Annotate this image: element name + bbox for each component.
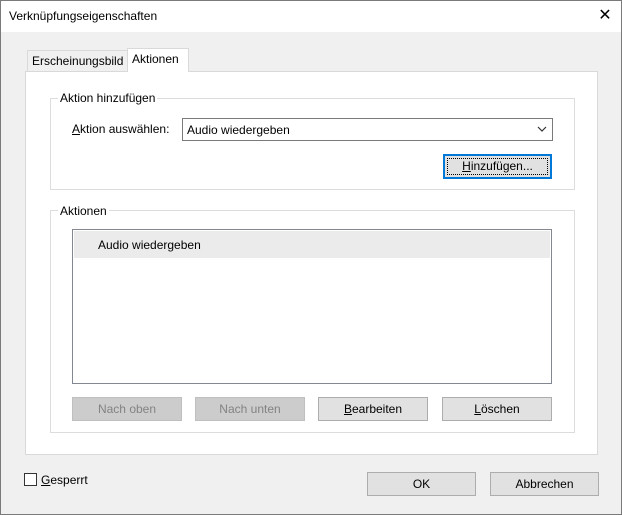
chevron-down-icon[interactable] [532,119,552,140]
move-up-button[interactable]: Nach oben [72,397,182,421]
ok-button[interactable]: OK [367,472,476,496]
move-down-button[interactable]: Nach unten [195,397,305,421]
actions-legend: Aktionen [58,204,109,218]
tab-label: Erscheinungsbild [32,54,124,68]
close-icon[interactable]: ✕ [591,3,619,29]
action-select-value: Audio wiedergeben [187,123,290,137]
tab-label: Aktionen [132,52,179,66]
edit-button[interactable]: Bearbeiten [318,397,428,421]
title-bar: Verknüpfungseigenschaften ✕ [1,1,621,32]
list-item[interactable]: Audio wiedergeben [74,231,550,258]
cancel-button[interactable]: Abbrechen [490,472,599,496]
action-select[interactable]: Audio wiedergeben [182,118,553,141]
add-action-legend: Aktion hinzufügen [58,91,158,105]
action-select-label: Aktion auswählen: [72,122,170,136]
add-button[interactable]: Hinzufügen... [443,154,552,179]
locked-label[interactable]: Gesperrt [41,473,88,487]
dialog-window: Verknüpfungseigenschaften ✕ Erscheinungs… [0,0,622,515]
list-item-label: Audio wiedergeben [98,238,201,252]
locked-checkbox[interactable] [24,473,37,486]
actions-list[interactable]: Audio wiedergeben [72,229,552,384]
tab-erscheinungsbild[interactable]: Erscheinungsbild [27,50,128,72]
window-title: Verknüpfungseigenschaften [9,9,158,23]
delete-button[interactable]: Löschen [442,397,552,421]
tab-aktionen[interactable]: Aktionen [127,48,189,72]
tab-panel: Aktion hinzufügen Aktion auswählen: Audi… [25,71,598,455]
